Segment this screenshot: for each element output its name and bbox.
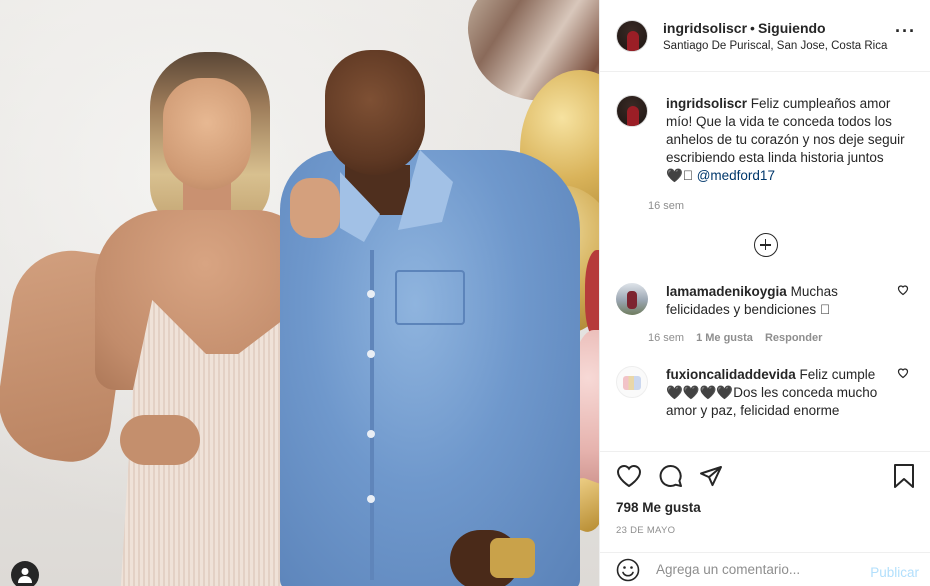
comment-body: fuxioncalidaddevida Feliz cumple 🖤🖤🖤🖤Dos… bbox=[666, 366, 881, 420]
commenter-avatar[interactable] bbox=[616, 283, 648, 315]
caption-avatar[interactable] bbox=[616, 95, 648, 127]
likes-count[interactable]: 798 Me gusta bbox=[616, 500, 915, 515]
comment-item: lamamadenikoygia Muchas felicidades y be… bbox=[616, 283, 915, 344]
comment-item: fuxioncalidaddevida Feliz cumple 🖤🖤🖤🖤Dos… bbox=[616, 366, 915, 420]
shirt-placket bbox=[370, 250, 374, 580]
tagged-users-icon[interactable] bbox=[11, 561, 39, 586]
header-top: ingridsoliscr • Siguiendo bbox=[663, 20, 887, 36]
shirt-button bbox=[367, 495, 375, 503]
post-side-panel: ingridsoliscr • Siguiendo Santiago De Puri… bbox=[599, 0, 930, 586]
location-link[interactable]: Santiago De Puriscal, San Jose, Costa Ri… bbox=[663, 40, 887, 52]
like-heart-icon[interactable] bbox=[616, 464, 642, 488]
comment-time[interactable]: 16 sem bbox=[648, 332, 684, 344]
comment-input[interactable] bbox=[656, 562, 856, 577]
like-comment-heart-icon[interactable] bbox=[897, 284, 909, 299]
commenter-avatar[interactable] bbox=[616, 366, 648, 398]
wristwatch bbox=[490, 538, 535, 578]
comment-username[interactable]: lamamadenikoygia bbox=[666, 284, 787, 299]
caption-username[interactable]: ingridsoliscr bbox=[666, 96, 747, 111]
woman-hand-on-shoulder bbox=[290, 178, 340, 238]
author-username[interactable]: ingridsoliscr bbox=[663, 20, 747, 36]
post-header: ingridsoliscr • Siguiendo Santiago De Puri… bbox=[600, 0, 930, 72]
header-text: ingridsoliscr • Siguiendo Santiago De Puri… bbox=[663, 20, 887, 52]
man-head bbox=[325, 50, 425, 175]
load-more-comments[interactable] bbox=[616, 233, 915, 257]
caption-body: ingridsoliscr Feliz cumpleaños amor mío!… bbox=[666, 95, 906, 185]
add-comment-bar: Publicar bbox=[600, 552, 930, 586]
share-paper-plane-icon[interactable] bbox=[699, 464, 723, 488]
post-photo[interactable] bbox=[0, 0, 599, 586]
instagram-post-modal: ingridsoliscr • Siguiendo Santiago De Puri… bbox=[0, 0, 930, 586]
comment-body: lamamadenikoygia Muchas felicidades y be… bbox=[666, 283, 881, 319]
shirt-button bbox=[367, 430, 375, 438]
publish-button[interactable]: Publicar bbox=[870, 565, 919, 580]
woman-face bbox=[163, 78, 251, 190]
post-date[interactable]: 23 DE MAYO bbox=[616, 525, 915, 536]
comments-list[interactable]: ingridsoliscr Feliz cumpleaños amor mío!… bbox=[600, 73, 930, 451]
separator-dot: • bbox=[750, 19, 755, 36]
post-actions: 798 Me gusta 23 DE MAYO bbox=[600, 451, 930, 536]
bookmark-icon[interactable] bbox=[893, 464, 915, 491]
shirt-button bbox=[367, 290, 375, 298]
follow-status-button[interactable]: Siguiendo bbox=[758, 20, 826, 36]
comment-bubble-icon[interactable] bbox=[658, 464, 683, 488]
shirt-button bbox=[367, 350, 375, 358]
like-comment-heart-icon[interactable] bbox=[897, 367, 909, 382]
red-balloon bbox=[585, 250, 599, 340]
emoji-icon[interactable] bbox=[616, 558, 640, 582]
comment-likes[interactable]: 1 Me gusta bbox=[696, 332, 753, 344]
comment-meta: 16 sem 1 Me gusta Responder bbox=[648, 332, 881, 344]
woman-hand bbox=[120, 415, 200, 465]
caption-mention-link[interactable]: @medford17 bbox=[697, 168, 775, 183]
caption-time[interactable]: 16 sem bbox=[648, 200, 906, 212]
author-avatar[interactable] bbox=[616, 19, 648, 52]
comment-username[interactable]: fuxioncalidaddevida bbox=[666, 367, 796, 382]
reply-button[interactable]: Responder bbox=[765, 332, 822, 344]
more-horizontal-icon[interactable]: ··· bbox=[895, 22, 916, 40]
shirt-pocket bbox=[395, 270, 465, 325]
plus-circle-icon[interactable] bbox=[753, 233, 778, 257]
caption: ingridsoliscr Feliz cumpleaños amor mío!… bbox=[616, 95, 915, 212]
action-icons bbox=[616, 452, 915, 500]
